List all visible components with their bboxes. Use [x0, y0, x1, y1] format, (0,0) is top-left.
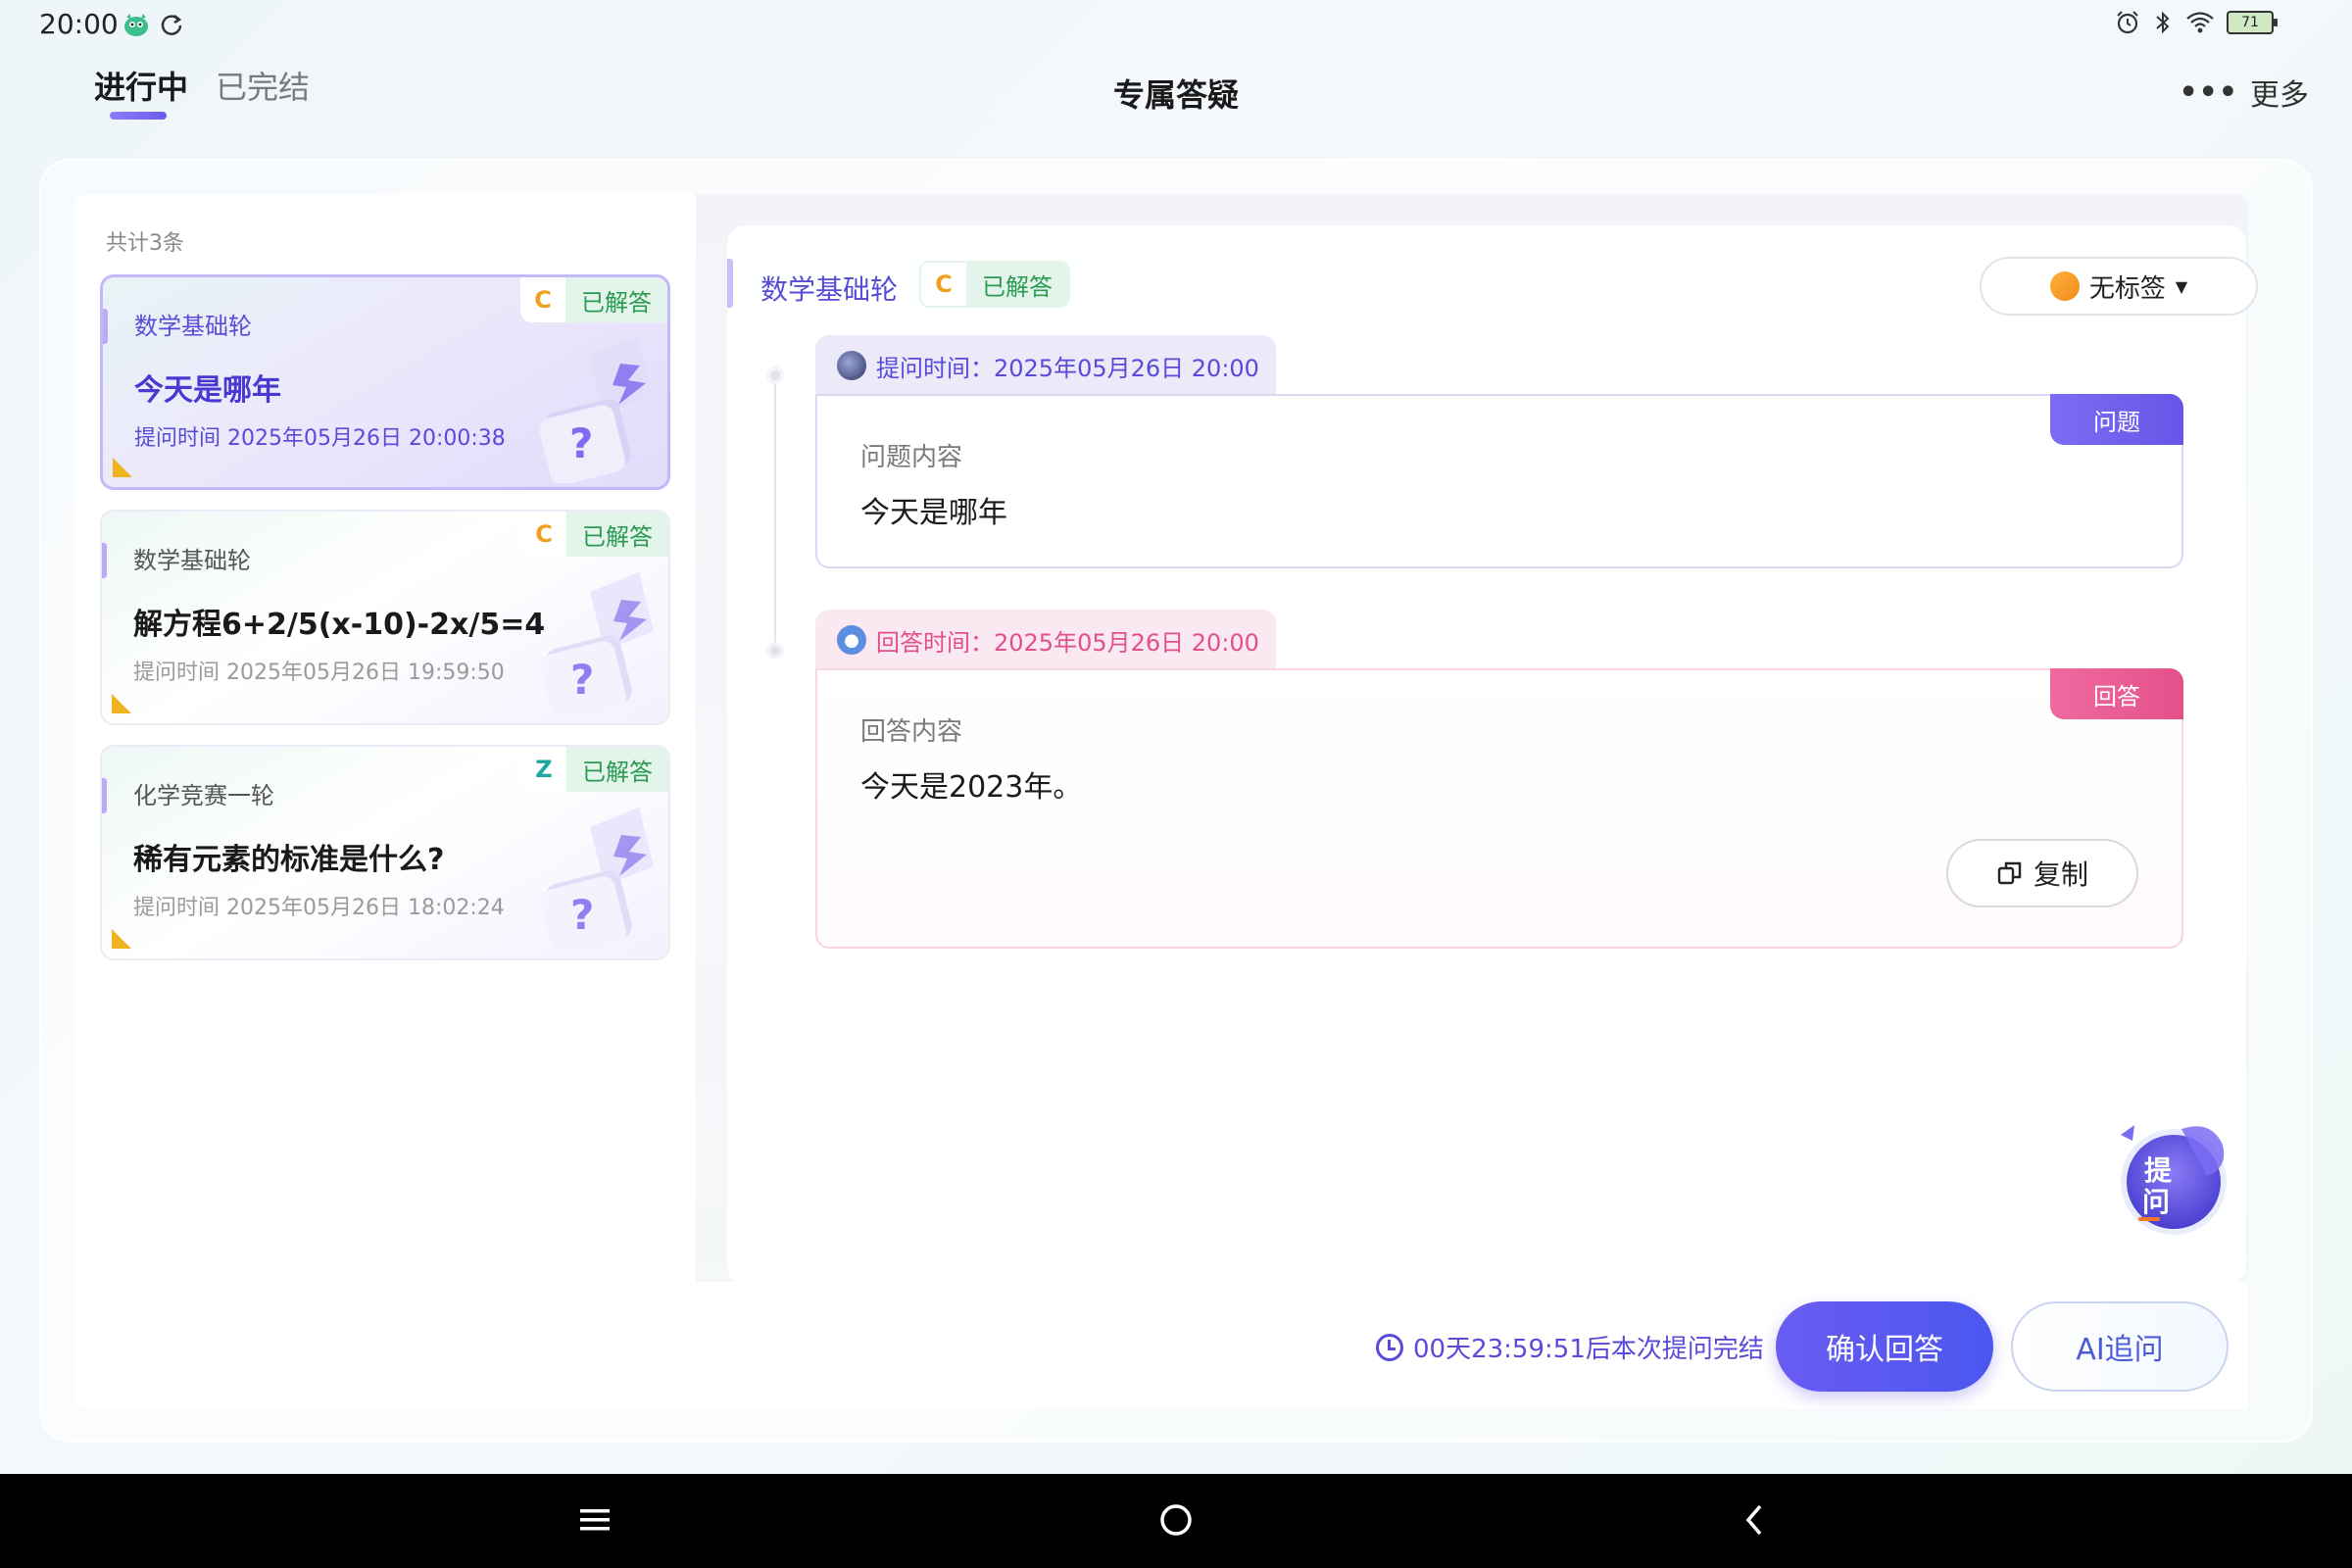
question-content: 今天是哪年 — [860, 496, 1007, 530]
home-nav-button[interactable] — [1152, 1495, 1200, 1544]
tag-icon — [2049, 271, 2080, 301]
detail-status-badge: C 已解答 — [919, 261, 1070, 308]
card-corner-mark — [112, 929, 131, 949]
question-card[interactable]: 化学竞赛一轮 稀有元素的标准是什么? 提问时间 2025年05月26日 18:0… — [100, 745, 670, 960]
copy-label: 复制 — [2033, 858, 2088, 891]
timeline-dot — [766, 367, 784, 384]
card-time: 提问时间 2025年05月26日 18:02:24 — [133, 896, 505, 920]
card-accent — [103, 309, 108, 344]
svg-text:?: ? — [570, 656, 594, 704]
question-box: 问题 问题内容 今天是哪年 — [815, 394, 2183, 568]
menu-nav-button[interactable] — [570, 1495, 619, 1544]
back-nav-button[interactable] — [1731, 1495, 1780, 1544]
ai-follow-up-button[interactable]: AI追问 — [2011, 1301, 2229, 1392]
answer-time-pill: 回答时间：2025年05月26日 20:00 — [815, 610, 1276, 670]
more-dots-icon: ••• — [2179, 74, 2238, 110]
answer-content: 今天是2023年。 — [860, 770, 1083, 805]
menu-icon — [580, 1509, 610, 1531]
status-badge: C 已解答 — [520, 277, 667, 322]
bluetooth-icon — [2156, 11, 2170, 34]
sync-icon — [161, 15, 182, 35]
clock-icon — [1376, 1333, 1403, 1361]
timeline-line — [774, 377, 776, 652]
svg-text:?: ? — [569, 419, 593, 467]
answer-label: 回答内容 — [860, 717, 963, 747]
question-mark-decoration-icon: ? — [539, 336, 653, 483]
answer-tag: 回答 — [2050, 668, 2183, 719]
question-mark-decoration-icon: ? — [540, 572, 654, 719]
badge-status: 已解答 — [966, 263, 1068, 306]
detail-subject: 数学基础轮 — [760, 273, 899, 306]
badge-letter: Z — [521, 747, 566, 792]
badge-letter: C — [921, 263, 966, 306]
back-icon — [1745, 1504, 1762, 1536]
question-label: 问题内容 — [860, 443, 963, 472]
question-count: 共计3条 — [106, 231, 184, 256]
card-subject: 化学竞赛一轮 — [133, 782, 274, 809]
user-avatar — [837, 351, 866, 380]
countdown: 00天23:59:51后本次提问完结 — [1376, 1329, 1764, 1365]
home-icon — [1160, 1504, 1192, 1536]
card-title: 解方程6+2/5(x-10)-2x/5=4 — [133, 608, 546, 642]
card-corner-mark — [113, 458, 132, 477]
question-mark-decoration-icon: ? — [540, 808, 654, 955]
teacher-avatar — [837, 625, 866, 655]
card-title: 今天是哪年 — [134, 373, 281, 408]
card-subject: 数学基础轮 — [134, 313, 252, 340]
question-tag: 问题 — [2050, 394, 2183, 445]
question-card[interactable]: 数学基础轮 解方程6+2/5(x-10)-2x/5=4 提问时间 2025年05… — [100, 510, 670, 725]
status-time: 20:00 — [39, 8, 119, 40]
tag-label: 无标签 — [2088, 273, 2166, 304]
fab-label-2: 问 — [2142, 1186, 2170, 1218]
card-time: 提问时间 2025年05月26日 19:59:50 — [133, 661, 505, 685]
confirm-answer-button[interactable]: 确认回答 — [1776, 1301, 1993, 1392]
badge-status: 已解答 — [566, 747, 668, 792]
alarm-icon — [2117, 11, 2138, 34]
timeline-dot — [766, 642, 784, 660]
fab-label-1: 提 — [2144, 1154, 2173, 1187]
question-card[interactable]: 数学基础轮 今天是哪年 提问时间 2025年05月26日 20:00:38 C … — [100, 274, 670, 490]
tag-dropdown[interactable]: 无标签 ▼ — [1980, 257, 2258, 316]
system-nav-bar — [0, 1474, 2352, 1568]
card-accent — [102, 778, 107, 813]
ask-question-fab[interactable]: 提 问 — [2117, 1115, 2240, 1239]
caret-down-icon: ▼ — [2175, 276, 2188, 296]
battery-level: 71 — [2241, 15, 2259, 30]
status-icons: 71 — [2115, 10, 2278, 35]
answer-box: 回答 回答内容 今天是2023年。 复制 — [815, 668, 2183, 949]
card-corner-mark — [112, 694, 131, 713]
app-icon — [124, 14, 148, 36]
badge-status: 已解答 — [565, 277, 667, 322]
status-badge: C 已解答 — [521, 512, 668, 557]
card-subject: 数学基础轮 — [133, 547, 251, 574]
more-label: 更多 — [2250, 78, 2309, 113]
question-time: 提问时间：2025年05月26日 20:00 — [876, 354, 1259, 382]
badge-status: 已解答 — [566, 512, 668, 557]
copy-button[interactable]: 复制 — [1946, 839, 2138, 907]
svg-text:?: ? — [570, 891, 594, 939]
copy-icon — [1997, 861, 2022, 885]
detail-accent — [727, 259, 733, 308]
answer-time: 回答时间：2025年05月26日 20:00 — [876, 628, 1259, 657]
card-title: 稀有元素的标准是什么? — [133, 843, 445, 877]
status-badge: Z 已解答 — [521, 747, 668, 792]
countdown-text: 00天23:59:51后本次提问完结 — [1413, 1335, 1764, 1364]
wifi-icon — [2186, 12, 2214, 33]
page-title: 专属答疑 — [1112, 76, 1239, 114]
badge-letter: C — [520, 277, 565, 322]
card-accent — [102, 543, 107, 578]
card-time: 提问时间 2025年05月26日 20:00:38 — [134, 426, 506, 451]
more-button[interactable]: ••• 更多 — [2179, 71, 2309, 114]
badge-letter: C — [521, 512, 566, 557]
question-time-pill: 提问时间：2025年05月26日 20:00 — [815, 335, 1276, 396]
battery-icon: 71 — [2227, 11, 2278, 34]
status-bar: 20:00 71 — [0, 0, 2352, 51]
